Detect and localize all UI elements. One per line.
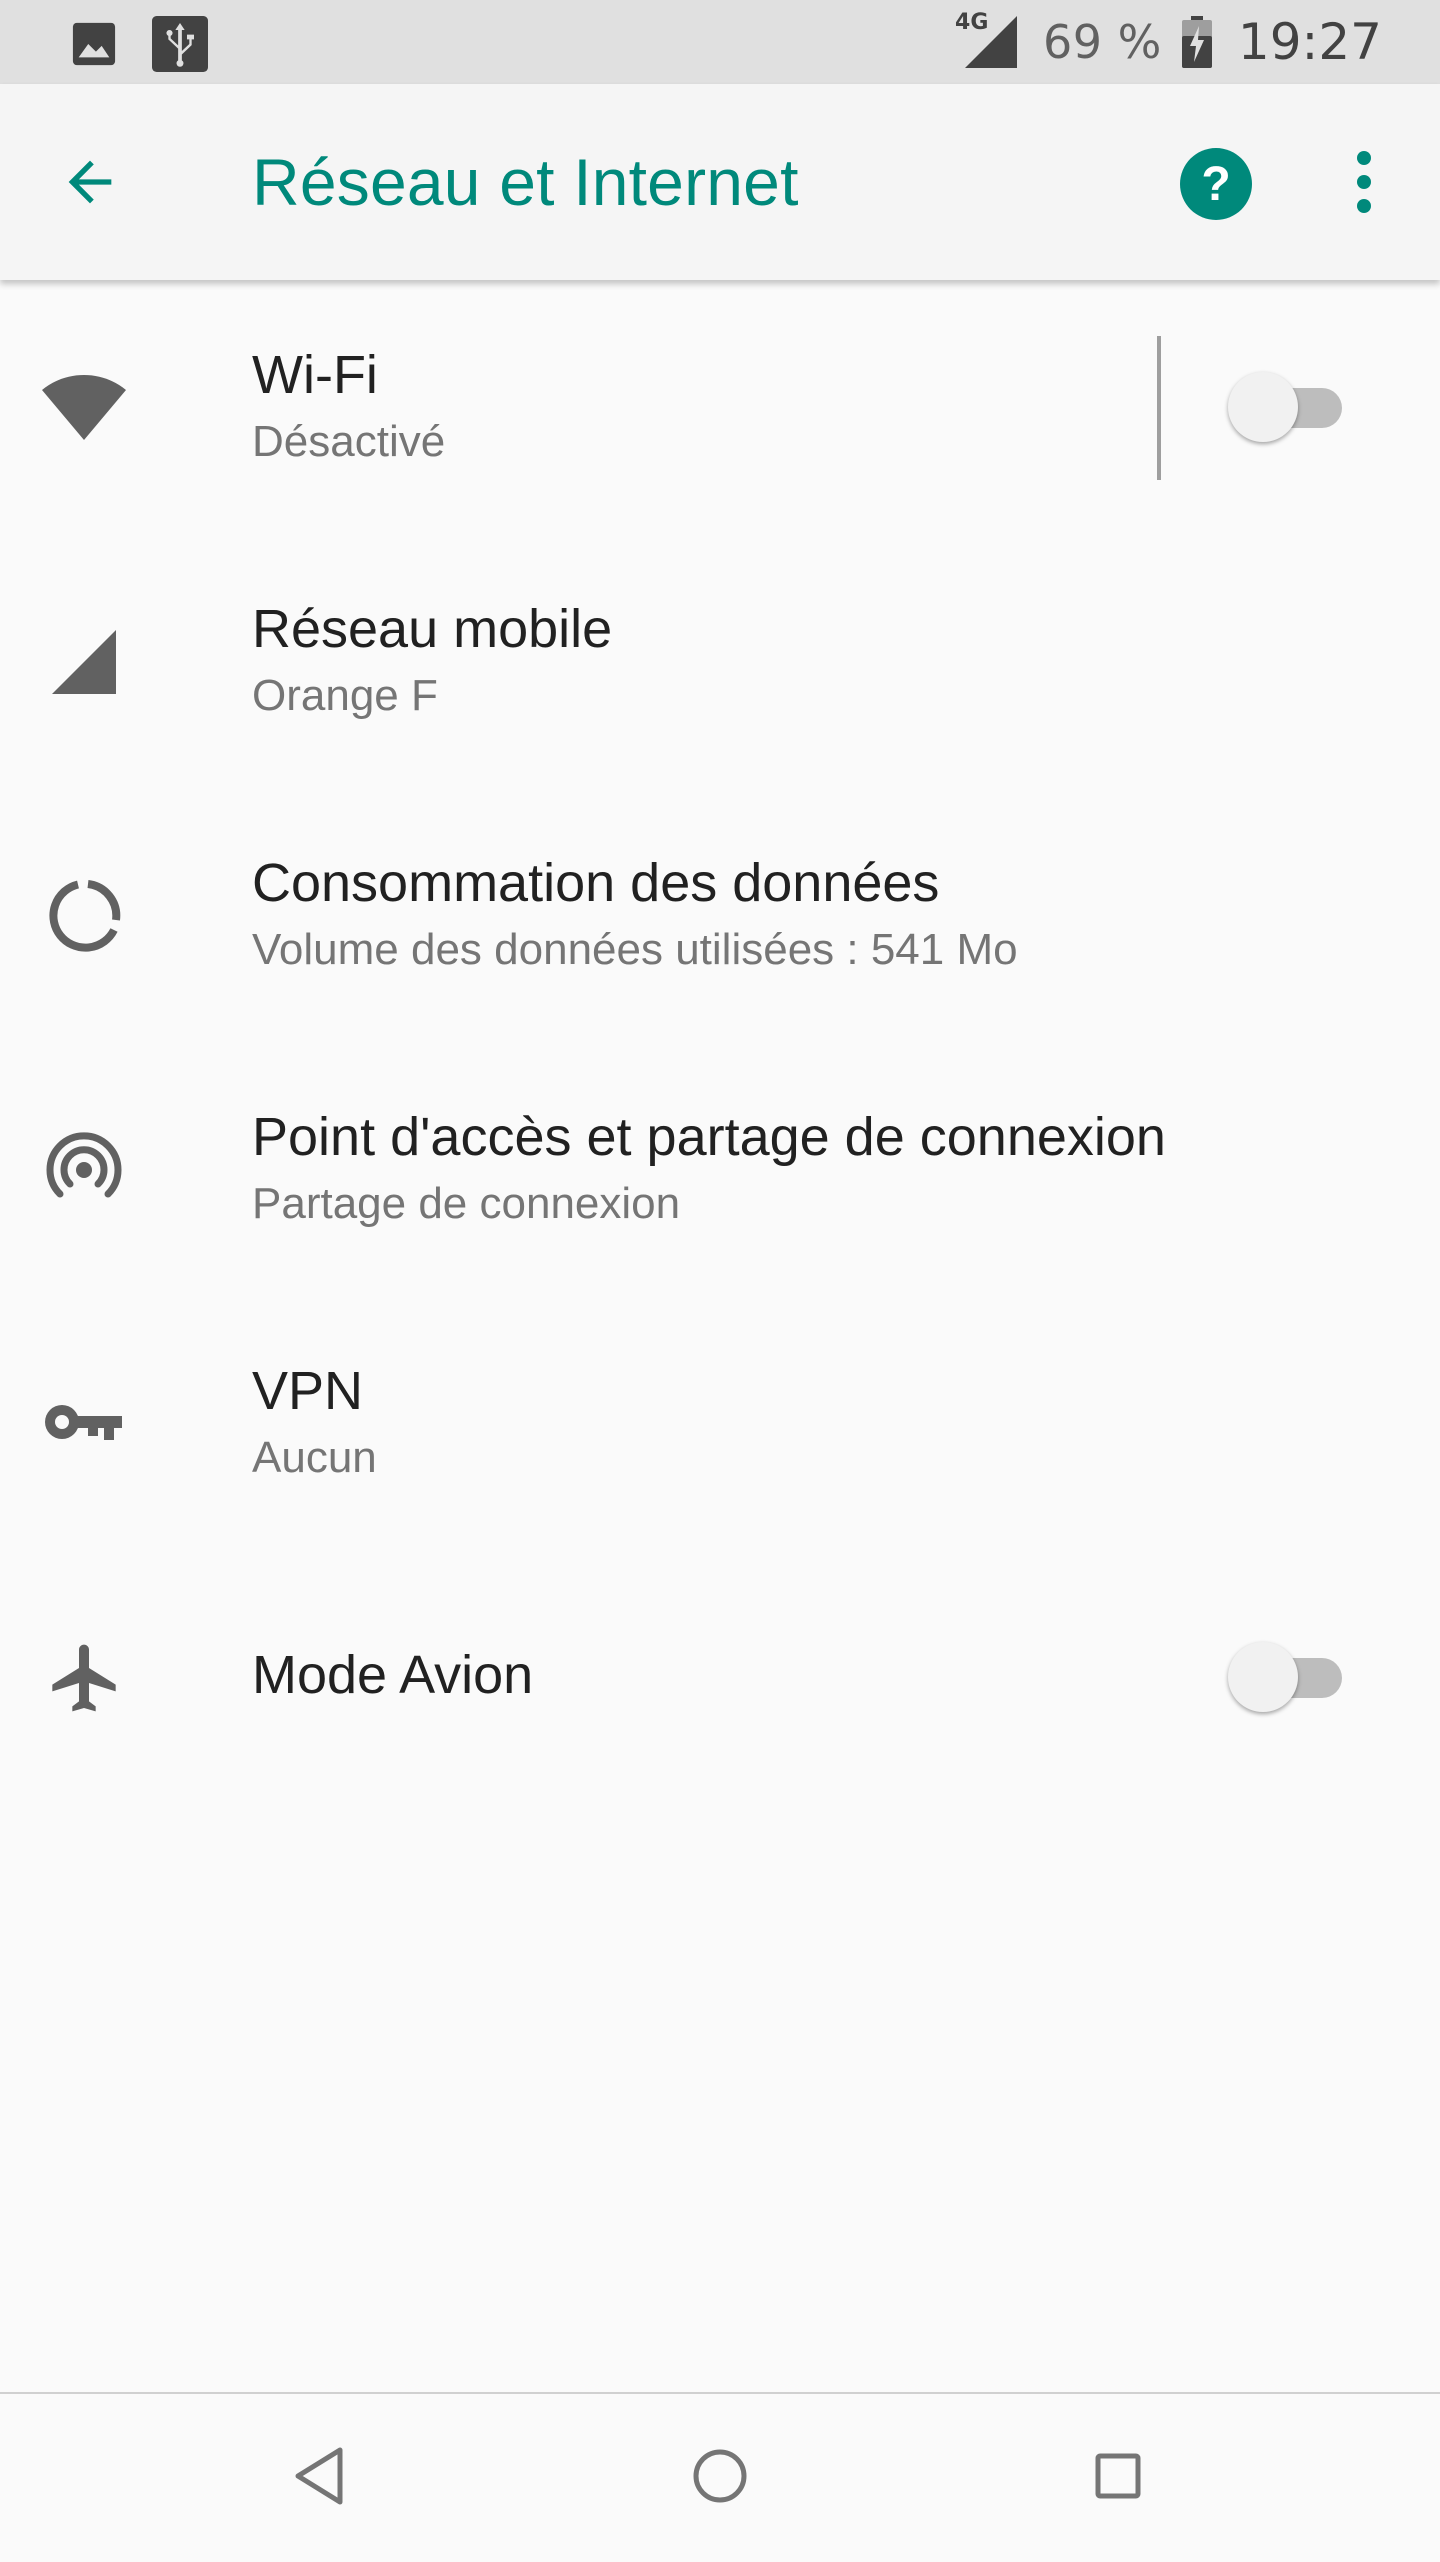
- wifi-status: Désactivé: [252, 417, 446, 466]
- more-options-button[interactable]: [1334, 142, 1394, 222]
- network-type-label: 4G: [955, 10, 989, 35]
- battery-percent: 69 %: [1043, 15, 1162, 69]
- airplane-icon: [40, 1634, 128, 1722]
- data-usage-title: Consommation des données: [252, 853, 940, 913]
- wifi-toggle[interactable]: [1228, 372, 1348, 442]
- clock: 19:27: [1237, 13, 1382, 71]
- usb-icon: [152, 16, 208, 72]
- nav-back-button[interactable]: [278, 2434, 362, 2518]
- airplane-mode-row[interactable]: Mode Avion: [0, 1550, 1440, 1804]
- airplane-mode-title: Mode Avion: [252, 1645, 534, 1705]
- recents-square-icon: [1095, 2453, 1141, 2499]
- data-usage-summary: Volume des données utilisées : 541 Mo: [252, 925, 1018, 974]
- wifi-title: Wi-Fi: [252, 345, 378, 405]
- vpn-title: VPN: [252, 1361, 364, 1421]
- signal-icon: [40, 618, 128, 706]
- wifi-toggle-thumb: [1228, 372, 1298, 442]
- wifi-divider: [1157, 336, 1161, 480]
- vpn-key-icon: [40, 1380, 128, 1468]
- cellular-signal-icon: 4G: [955, 10, 1025, 72]
- mobile-network-operator: Orange F: [252, 671, 438, 720]
- image-icon: [66, 16, 122, 72]
- hotspot-icon: [40, 1126, 128, 1214]
- nav-recents-button[interactable]: [1076, 2434, 1160, 2518]
- navigation-bar: [0, 2392, 1440, 2562]
- battery-charging-icon: [1180, 14, 1214, 70]
- home-circle-icon: [693, 2449, 747, 2503]
- hotspot-row[interactable]: Point d'accès et partage de connexion Pa…: [0, 1042, 1440, 1296]
- hotspot-title: Point d'accès et partage de connexion: [252, 1107, 1166, 1167]
- data-usage-row[interactable]: Consommation des données Volume des donn…: [0, 788, 1440, 1042]
- hotspot-summary: Partage de connexion: [252, 1179, 681, 1228]
- mobile-network-title: Réseau mobile: [252, 599, 613, 659]
- status-bar: 4G 69 % 19:27: [0, 0, 1440, 84]
- wifi-row[interactable]: Wi-Fi Désactivé: [0, 280, 1440, 534]
- settings-list: Wi-Fi Désactivé Réseau mobile Orange F C…: [0, 280, 1440, 1804]
- arrow-back-icon: [68, 160, 112, 204]
- data-usage-icon: [40, 872, 128, 960]
- wifi-icon: [40, 364, 128, 452]
- vpn-status: Aucun: [252, 1433, 377, 1482]
- nav-home-button[interactable]: [678, 2434, 762, 2518]
- airplane-toggle-thumb: [1228, 1642, 1298, 1712]
- app-bar: Réseau et Internet ?: [0, 84, 1440, 280]
- help-button[interactable]: ?: [1176, 144, 1256, 224]
- help-icon: ?: [1180, 148, 1252, 220]
- vpn-row[interactable]: VPN Aucun: [0, 1296, 1440, 1550]
- back-button[interactable]: [50, 142, 130, 222]
- airplane-mode-toggle[interactable]: [1228, 1642, 1348, 1712]
- svg-text:?: ?: [1201, 158, 1230, 211]
- mobile-network-row[interactable]: Réseau mobile Orange F: [0, 534, 1440, 788]
- page-title: Réseau et Internet: [252, 145, 799, 219]
- more-vert-icon: [1357, 151, 1371, 213]
- back-triangle-icon: [295, 2447, 343, 2505]
